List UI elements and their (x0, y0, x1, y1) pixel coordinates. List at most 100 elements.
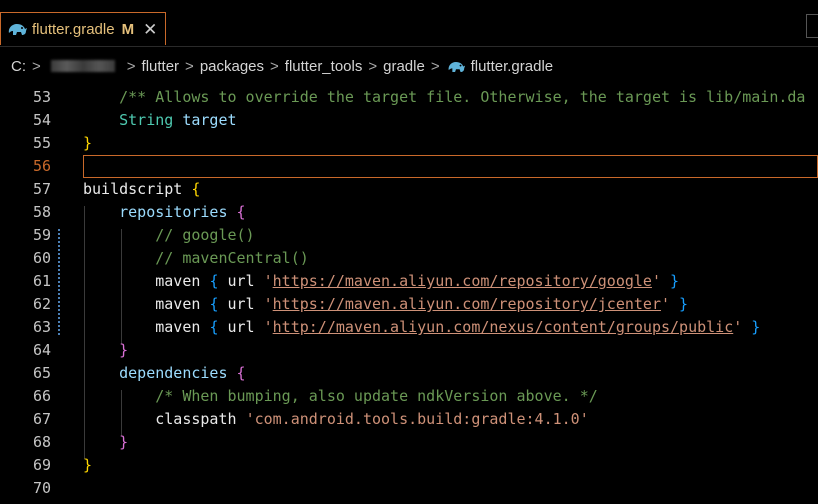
tab-label: flutter.gradle (32, 20, 115, 38)
code-line[interactable]: 62 maven { url 'https://maven.aliyun.com… (0, 293, 818, 316)
code-token: maven (83, 318, 210, 336)
line-code: repositories { (83, 201, 246, 224)
line-code: } (83, 132, 92, 155)
code-token: String (83, 111, 174, 129)
code-token: url (218, 318, 264, 336)
line-code: /** Allows to override the target file. … (83, 86, 805, 109)
line-code: maven { url 'https://maven.aliyun.com/re… (83, 293, 688, 316)
line-number: 69 (32, 456, 51, 474)
code-token: } (83, 456, 93, 474)
code-line[interactable]: 70 (0, 477, 818, 500)
line-code: } (83, 431, 128, 454)
code-line[interactable]: 69} (0, 454, 818, 477)
line-code: // mavenCentral() (83, 247, 309, 270)
line-number: 55 (32, 134, 51, 152)
code-line[interactable]: 64 } (0, 339, 818, 362)
code-token: url (218, 295, 264, 313)
line-number: 67 (32, 410, 51, 428)
code-line[interactable]: 57 buildscript { (0, 178, 818, 201)
code-token: repositories (119, 203, 228, 221)
line-number: 62 (32, 295, 51, 313)
code-line[interactable]: 63 maven { url 'http://maven.aliyun.com/… (0, 316, 818, 339)
line-number: 66 (32, 387, 51, 405)
code-token: } (119, 433, 129, 451)
code-editor[interactable]: 53 /** Allows to override the target fil… (0, 68, 818, 504)
line-code: // google() (83, 224, 255, 247)
code-link[interactable]: https://maven.aliyun.com/repository/goog… (273, 272, 652, 290)
code-token: dependencies (119, 364, 228, 382)
code-token: // mavenCentral() (83, 249, 309, 267)
code-token: classpath (83, 410, 246, 428)
line-number: 61 (32, 272, 51, 290)
line-number: 54 (32, 111, 51, 129)
line-number: 70 (32, 479, 51, 497)
line-code: /* When bumping, also update ndkVersion … (83, 385, 598, 408)
code-token: 'com.android.tools.build:gradle:4.1.0' (245, 410, 589, 428)
code-token: buildscript (83, 180, 192, 198)
line-code: dependencies { (83, 362, 246, 385)
line-number: 56 (32, 157, 51, 175)
code-token: maven (83, 295, 210, 313)
line-number: 60 (32, 249, 51, 267)
gradle-elephant-icon (8, 24, 27, 35)
code-line[interactable]: 65 dependencies { (0, 362, 818, 385)
code-line[interactable]: 59 // google() (0, 224, 818, 247)
code-token: } (119, 341, 129, 359)
line-number: 65 (32, 364, 51, 382)
line-number: 63 (32, 318, 51, 336)
code-line[interactable]: 61 maven { url 'https://maven.aliyun.com… (0, 270, 818, 293)
code-link[interactable]: http://maven.aliyun.com/nexus/content/gr… (273, 318, 734, 336)
line-code: buildscript { (83, 178, 200, 201)
line-number: 59 (32, 226, 51, 244)
code-token: target (182, 111, 237, 129)
code-token: ' (263, 318, 273, 336)
code-link[interactable]: https://maven.aliyun.com/repository/jcen… (273, 295, 661, 313)
code-line[interactable]: 56 (0, 155, 818, 178)
code-token: { (191, 180, 201, 198)
code-line[interactable]: 60 // mavenCentral() (0, 247, 818, 270)
line-number: 64 (32, 341, 51, 359)
line-number: 53 (32, 88, 51, 106)
line-number: 57 (32, 180, 51, 198)
code-token: ' (733, 318, 743, 336)
line-code: String target (83, 109, 237, 132)
line-number: 68 (32, 433, 51, 451)
code-line[interactable]: 67 classpath 'com.android.tools.build:gr… (0, 408, 818, 431)
code-token: { (236, 364, 246, 382)
code-token: maven (83, 272, 210, 290)
code-token: ' (651, 272, 661, 290)
code-token: /** Allows to override the target file. … (83, 88, 806, 106)
code-token: ' (263, 272, 273, 290)
line-code: classpath 'com.android.tools.build:gradl… (83, 408, 589, 431)
code-token: ' (660, 295, 671, 313)
code-line[interactable]: 66 /* When bumping, also update ndkVersi… (0, 385, 818, 408)
close-icon[interactable]: ✕ (143, 21, 157, 38)
code-token: { (236, 203, 246, 221)
split-editor-icon[interactable] (806, 14, 818, 38)
code-token: url (218, 272, 264, 290)
line-number: 58 (32, 203, 51, 221)
tab-bar: flutter.gradle M ✕ (0, 0, 818, 47)
code-token: } (679, 295, 689, 313)
code-token: } (83, 134, 93, 152)
code-token: ' (263, 295, 273, 313)
code-token: // google() (83, 226, 255, 244)
code-line[interactable]: 53 /** Allows to override the target fil… (0, 86, 818, 109)
code-line[interactable]: 55} (0, 132, 818, 155)
code-token: } (751, 318, 761, 336)
tab-flutter-gradle[interactable]: flutter.gradle M ✕ (0, 12, 166, 45)
code-line[interactable]: 58 repositories { (0, 201, 818, 224)
code-line[interactable]: 54 String target (0, 109, 818, 132)
code-token: /* When bumping, also update ndkVersion … (83, 387, 598, 405)
code-line[interactable]: 68 } (0, 431, 818, 454)
code-token: } (670, 272, 680, 290)
